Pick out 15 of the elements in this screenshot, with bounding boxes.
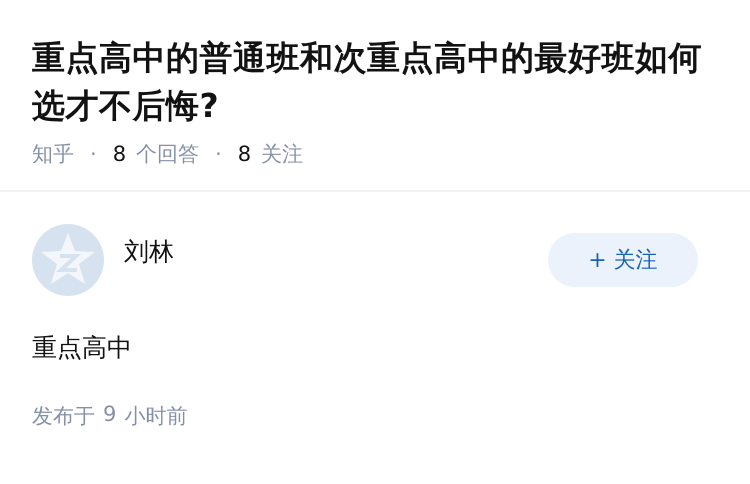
posted-label: 发布于 — [32, 403, 95, 430]
stat-count: 8 — [112, 142, 126, 166]
stat-label: 个回答 — [136, 141, 200, 168]
stat-label: 关注 — [261, 141, 304, 168]
separator-dot: · — [90, 142, 97, 166]
answer-text: 重点高中 — [32, 332, 133, 364]
avatar-icon[interactable] — [32, 224, 104, 296]
author-name[interactable]: 刘林 — [124, 234, 174, 268]
question-title: 重点高中的普通班和次重点高中的最好班如何选才不后悔? — [32, 37, 703, 127]
posted-time: 小时前 — [124, 403, 188, 430]
posted-count: 9 — [103, 402, 116, 428]
source-label: 知乎 — [32, 141, 74, 168]
separator-dot: · — [215, 142, 222, 166]
stat-count: 8 — [238, 142, 252, 166]
follow-button[interactable]: + 关注 — [548, 233, 698, 287]
